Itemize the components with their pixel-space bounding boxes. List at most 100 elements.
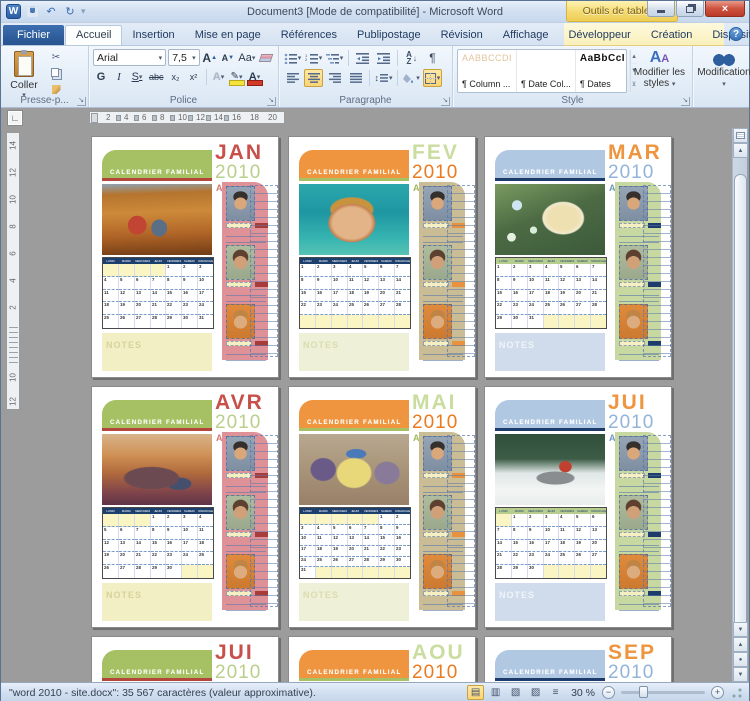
day-cell[interactable]: 19: [575, 539, 592, 553]
day-cell[interactable]: 26: [119, 315, 135, 328]
align-center-button[interactable]: [304, 69, 323, 87]
word-count-status[interactable]: "word 2010 - site.docx": 35 567 caractèr…: [1, 687, 316, 699]
day-cell[interactable]: 25: [559, 552, 576, 566]
day-cell[interactable]: 26: [331, 556, 348, 568]
day-cell[interactable]: 8: [379, 524, 396, 536]
day-cell[interactable]: 27: [135, 315, 151, 328]
tab-accueil[interactable]: Accueil: [65, 25, 123, 45]
day-cell[interactable]: [395, 567, 411, 579]
day-cell[interactable]: 24: [543, 552, 560, 566]
line-spacing-button[interactable]: ↕ ▾: [374, 69, 393, 87]
day-cell[interactable]: 17: [182, 539, 199, 553]
day-cell[interactable]: 26: [575, 552, 592, 566]
member-name-strip[interactable]: [423, 282, 449, 287]
day-cell[interactable]: [347, 315, 364, 328]
change-styles-button[interactable]: AA Modifier les styles ▾: [631, 49, 688, 93]
subscript-button[interactable]: x₂: [168, 68, 184, 85]
day-cell[interactable]: 6: [118, 526, 135, 540]
day-cell[interactable]: 12: [363, 276, 380, 290]
day-cell[interactable]: 1: [511, 514, 528, 527]
day-cell[interactable]: [496, 514, 512, 527]
next-page-button[interactable]: ▼: [733, 667, 748, 682]
day-cell[interactable]: 6: [591, 514, 607, 527]
show-marks-button[interactable]: ¶: [423, 49, 442, 67]
style-item-column[interactable]: AABBCCDI ¶ Column ...: [458, 50, 518, 92]
day-cell[interactable]: 15: [300, 289, 316, 303]
day-cell[interactable]: 16: [527, 539, 544, 553]
increase-indent-button[interactable]: [374, 49, 393, 67]
web-layout-view-button[interactable]: ▧: [507, 685, 524, 700]
todo-dashed-column[interactable]: [447, 435, 475, 607]
day-cell[interactable]: 3: [300, 524, 316, 536]
day-cell[interactable]: 1: [150, 514, 167, 527]
resize-grip[interactable]: [731, 686, 743, 699]
notes-block[interactable]: NOTES: [102, 333, 212, 371]
day-cell[interactable]: 6: [134, 276, 151, 290]
day-cell[interactable]: 10: [331, 276, 348, 290]
day-cell[interactable]: 2: [182, 264, 199, 277]
underline-button[interactable]: S ▾: [129, 68, 145, 85]
day-cell[interactable]: 20: [347, 546, 364, 557]
day-cell[interactable]: 18: [543, 289, 560, 303]
day-cell[interactable]: 15: [379, 535, 396, 547]
day-cell[interactable]: 13: [575, 276, 592, 290]
todo-dashed-column[interactable]: [250, 435, 278, 607]
member-name-strip[interactable]: [619, 532, 645, 537]
day-cell[interactable]: 24: [182, 552, 199, 566]
day-cell[interactable]: 16: [315, 289, 332, 303]
day-cell[interactable]: 24: [331, 302, 348, 316]
day-cell[interactable]: 29: [166, 315, 183, 328]
day-cell[interactable]: 12: [331, 535, 348, 547]
fullscreen-reading-view-button[interactable]: ▥: [487, 685, 504, 700]
day-cell[interactable]: 11: [103, 289, 119, 303]
tab-insertion[interactable]: Insertion: [122, 26, 184, 45]
align-right-button[interactable]: [325, 69, 344, 87]
todo-dashed-column[interactable]: [643, 435, 671, 607]
day-cell[interactable]: 7: [395, 264, 411, 277]
scroll-down-button[interactable]: ▼: [733, 622, 748, 637]
day-cell[interactable]: 4: [347, 264, 364, 277]
day-cell[interactable]: 13: [134, 289, 151, 303]
day-cell[interactable]: 13: [591, 527, 607, 540]
help-button[interactable]: ?: [729, 27, 743, 41]
text-effects-button[interactable]: A ▾: [211, 68, 227, 85]
day-cell[interactable]: 19: [559, 289, 576, 303]
grow-font-button[interactable]: A ▲: [202, 49, 218, 66]
day-cell[interactable]: 5: [559, 264, 576, 277]
zoom-in-button[interactable]: +: [711, 686, 724, 699]
member-name-strip[interactable]: [226, 223, 252, 228]
month-grid[interactable]: LUNDI MARDI MERCREDI JEUDI VENDREDI SAMEDI DIM…: [299, 507, 411, 579]
day-cell[interactable]: [363, 567, 380, 579]
redo-button[interactable]: ↻: [62, 4, 78, 20]
day-cell[interactable]: 21: [150, 302, 167, 316]
day-cell[interactable]: 16: [511, 289, 528, 303]
justify-button[interactable]: [346, 69, 365, 87]
table-column-marker[interactable]: [206, 115, 211, 121]
day-cell[interactable]: 20: [575, 289, 592, 303]
day-cell[interactable]: [395, 315, 411, 328]
day-cell[interactable]: [315, 514, 332, 525]
day-cell[interactable]: 22: [300, 302, 316, 316]
notes-block[interactable]: NOTES: [495, 333, 605, 371]
browse-object-button[interactable]: ●: [733, 652, 748, 667]
day-cell[interactable]: 29: [512, 565, 528, 578]
day-cell[interactable]: 3: [182, 514, 199, 527]
day-cell[interactable]: 13: [118, 539, 135, 553]
day-cell[interactable]: 3: [198, 264, 214, 277]
day-cell[interactable]: 10: [300, 535, 316, 547]
day-cell[interactable]: 5: [363, 264, 380, 277]
day-cell[interactable]: 17: [300, 546, 316, 557]
horizontal-ruler[interactable]: 2 4 6 8 10 12 14 16 18 20: [89, 111, 285, 124]
day-cell[interactable]: 22: [166, 302, 183, 316]
day-cell[interactable]: 14: [591, 277, 607, 290]
day-cell[interactable]: 24: [527, 302, 544, 316]
member-name-strip[interactable]: [619, 223, 645, 228]
minimize-ribbon-icon[interactable]: ▵: [718, 29, 723, 40]
day-cell[interactable]: [103, 514, 119, 527]
day-cell[interactable]: 1: [379, 514, 396, 525]
tab-selector-button[interactable]: ∟: [7, 110, 23, 126]
day-cell[interactable]: 30: [182, 315, 199, 328]
day-cell[interactable]: 26: [103, 565, 119, 578]
day-cell[interactable]: 4: [198, 514, 214, 527]
day-cell[interactable]: 21: [363, 546, 380, 557]
